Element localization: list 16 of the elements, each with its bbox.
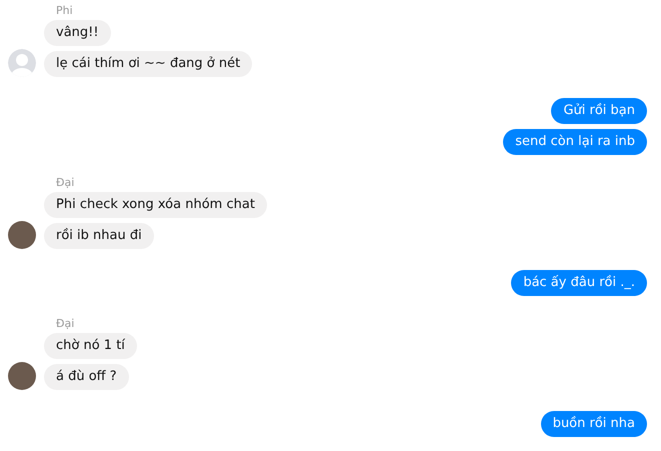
sender-name: Đại [56,176,76,190]
sender-name: Phi [56,4,74,18]
message-bubble: buồn rồi nha [540,411,647,437]
message-bubble: bác ấy đâu rồi ._. [511,270,647,296]
message-bubble: rồi ib nhau đi [44,223,154,249]
sender-name: Đại [56,317,76,331]
message-bubble: Phi check xong xóa nhóm chat [44,192,267,218]
avatar-photo-placeholder [8,362,36,390]
message-bubble: Gửi rồi bạn [551,98,647,124]
message-bubble: chờ nó 1 tí [44,333,137,359]
message-bubble: á đù off ? [44,364,129,390]
avatar-silhouette-icon [8,49,36,77]
message-bubble: send còn lại ra inb [503,129,647,155]
message-bubble: vâng!! [44,20,111,46]
avatar-photo-placeholder [8,221,36,249]
message-bubble: lẹ cái thím ơi ~~ đang ở nét [44,51,252,77]
